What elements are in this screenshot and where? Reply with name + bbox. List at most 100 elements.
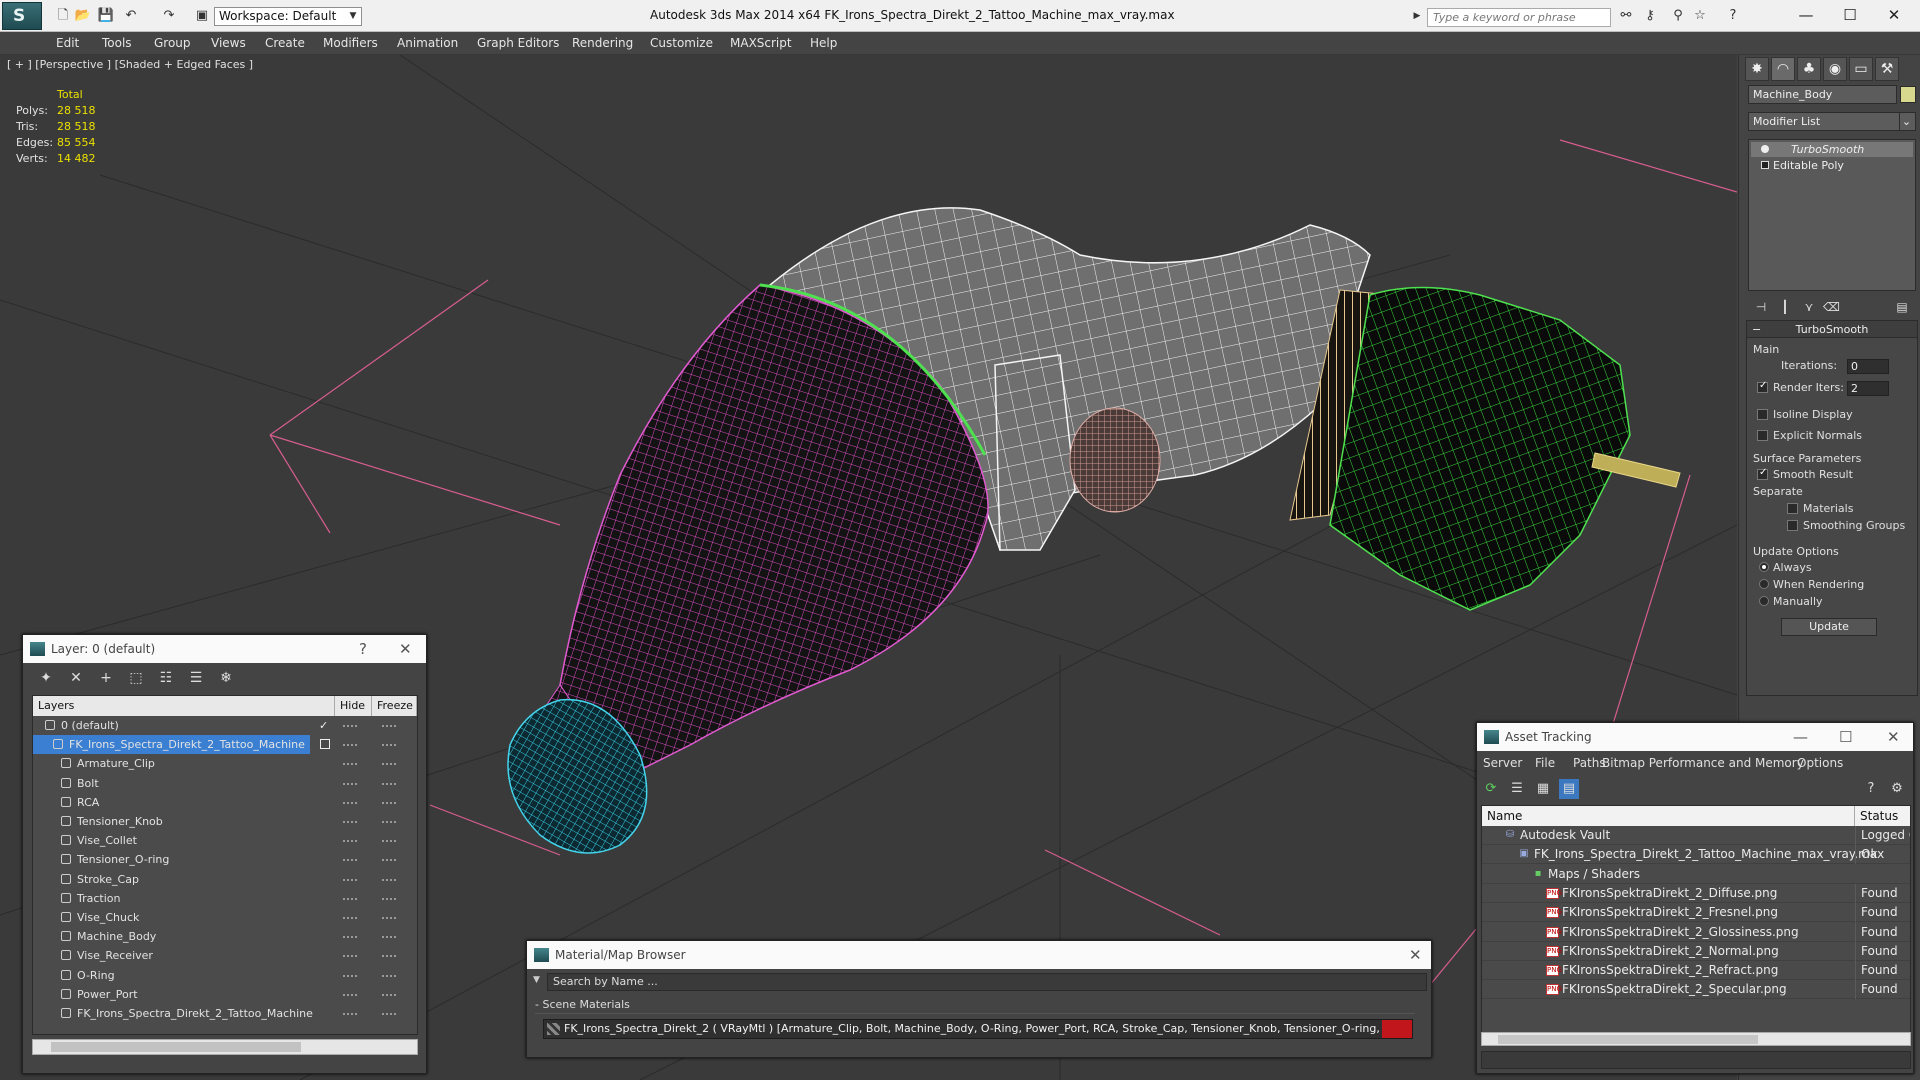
iterations-spinner[interactable]: 0 — [1847, 359, 1889, 374]
freeze-toggle[interactable] — [382, 974, 396, 977]
chevron-right-icon[interactable]: ▶ — [1408, 7, 1426, 25]
star-icon[interactable]: ☆ — [1691, 7, 1709, 25]
col-freeze[interactable]: Freeze — [372, 696, 417, 716]
layer-row[interactable]: Machine_Body — [33, 927, 417, 946]
hide-toggle[interactable] — [343, 782, 357, 785]
asset-row[interactable]: PNG FKIronsSpektraDirekt_2_Normal.png Foun… — [1482, 941, 1910, 961]
freeze-toggle[interactable] — [382, 936, 396, 939]
freeze-toggle[interactable] — [382, 782, 396, 785]
menu-maxscript[interactable]: MAXScript — [730, 36, 792, 50]
menu-options[interactable]: Options — [1797, 756, 1843, 770]
undo-icon[interactable]: ↶ — [122, 7, 140, 25]
layer-window-titlebar[interactable]: Layer: 0 (default) ? ✕ — [23, 635, 426, 663]
menu-animation[interactable]: Animation — [397, 36, 458, 50]
modifier-list-dropdown[interactable]: Modifier List ⌄ — [1748, 112, 1916, 131]
menu-tools[interactable]: Tools — [102, 36, 132, 50]
table-view-icon[interactable]: ▤ — [1559, 779, 1579, 799]
freeze-toggle[interactable] — [382, 955, 396, 958]
menu-paths[interactable]: Paths — [1573, 756, 1606, 770]
hierarchy-tab-icon[interactable]: ♣ — [1797, 57, 1821, 81]
refresh-icon[interactable]: ⟳ — [1481, 779, 1501, 799]
viewport-label[interactable]: [ + ] [Perspective ] [Shaded + Edged Fac… — [7, 58, 253, 71]
object-color-swatch[interactable] — [1900, 86, 1916, 103]
smoothing-groups-checkbox[interactable] — [1787, 520, 1798, 531]
layer-row[interactable]: FK_Irons_Spectra_Direkt_2_Tattoo_Machine — [33, 735, 417, 755]
minimize-icon[interactable]: — — [1786, 4, 1826, 26]
hide-toggle[interactable] — [343, 763, 357, 766]
user-icon[interactable]: ⚲ — [1669, 7, 1687, 25]
layer-row[interactable]: Traction — [33, 889, 417, 908]
hide-toggle[interactable] — [343, 859, 357, 862]
save-file-icon[interactable]: 💾 — [97, 7, 115, 25]
project-folder-icon[interactable]: ▣ — [193, 7, 211, 25]
freeze-toggle[interactable] — [382, 744, 396, 747]
col-status[interactable]: Status — [1855, 806, 1910, 826]
key-icon[interactable]: ⚷ — [1641, 7, 1659, 25]
render-iters-checkbox[interactable] — [1757, 380, 1768, 393]
object-name-field[interactable]: Machine_Body — [1748, 85, 1897, 104]
material-browser-titlebar[interactable]: Material/Map Browser ✕ — [527, 941, 1431, 969]
add-to-layer-icon[interactable]: + — [95, 667, 117, 689]
make-unique-icon[interactable]: ⋎ — [1801, 300, 1817, 316]
app-menu-button[interactable]: S — [2, 2, 42, 30]
current-layer-check-icon[interactable]: ✓ — [319, 716, 328, 735]
close-icon[interactable]: ✕ — [1874, 4, 1914, 26]
menu-edit[interactable]: Edit — [56, 36, 79, 50]
list-view-icon[interactable]: ☰ — [1507, 779, 1527, 799]
layer-row[interactable]: Stroke_Cap — [33, 870, 417, 889]
hide-toggle[interactable] — [343, 974, 357, 977]
motion-tab-icon[interactable]: ◉ — [1823, 57, 1847, 81]
minimize-icon[interactable]: — — [1793, 723, 1808, 751]
hide-toggle[interactable] — [343, 821, 357, 823]
freeze-toggle[interactable] — [382, 993, 396, 996]
hide-toggle[interactable] — [343, 840, 357, 843]
display-tab-icon[interactable]: ▭ — [1849, 57, 1873, 81]
asset-row[interactable]: ▣ FK_Irons_Spectra_Direkt_2_Tattoo_Machin… — [1482, 845, 1910, 865]
asset-row[interactable]: PNG FKIronsSpektraDirekt_2_Glossiness.png… — [1482, 922, 1910, 942]
freeze-toggle[interactable] — [382, 725, 396, 727]
layer-row[interactable]: Vise_Chuck — [33, 908, 417, 927]
hide-toggle[interactable] — [343, 725, 357, 727]
layer-row[interactable]: Vise_Collet — [33, 831, 417, 850]
isoline-checkbox[interactable] — [1757, 409, 1768, 420]
new-file-icon[interactable]: 🗋 — [54, 7, 72, 25]
layer-row[interactable]: Bolt — [33, 774, 417, 793]
create-tab-sun-icon[interactable]: ✸ — [1745, 57, 1769, 81]
material-search-input[interactable]: Search by Name ... — [547, 973, 1427, 991]
stack-item-turbosmooth[interactable]: TurboSmooth — [1751, 142, 1913, 157]
rollout-header[interactable]: − TurboSmooth — [1747, 321, 1917, 338]
manually-radio[interactable] — [1759, 596, 1769, 606]
lightbulb-icon[interactable] — [1761, 145, 1769, 153]
set-current-layer-icon[interactable] — [320, 739, 330, 750]
menu-views[interactable]: Views — [211, 36, 246, 50]
open-file-icon[interactable]: 📂 — [74, 7, 92, 25]
freeze-toggle[interactable] — [382, 763, 396, 766]
redo-icon[interactable]: ↷ — [160, 7, 178, 25]
freeze-toggle[interactable] — [382, 859, 396, 862]
update-button[interactable]: Update — [1781, 618, 1877, 636]
hide-toggle[interactable] — [343, 878, 357, 881]
render-iters-spinner[interactable]: 2 — [1847, 381, 1889, 396]
menu-rendering[interactable]: Rendering — [572, 36, 633, 50]
menu-modifiers[interactable]: Modifiers — [323, 36, 378, 50]
delete-layer-icon[interactable]: ✕ — [65, 667, 87, 689]
modify-tab-curve-icon[interactable]: ◠ — [1771, 57, 1795, 81]
col-name[interactable]: Name — [1482, 806, 1855, 826]
menu-bitmap-performance[interactable]: Bitmap Performance and Memory — [1602, 756, 1804, 770]
utilities-tab-hammer-icon[interactable]: ⚒ — [1875, 57, 1899, 81]
help-icon[interactable]: ? — [1861, 779, 1881, 799]
configure-sets-icon[interactable]: ▤ — [1894, 300, 1910, 316]
asset-tracking-titlebar[interactable]: Asset Tracking — ☐ ✕ — [1477, 723, 1913, 751]
hide-toggle[interactable] — [343, 993, 357, 996]
pin-stack-icon[interactable]: ⊣ — [1753, 300, 1769, 316]
show-end-result-icon[interactable]: ┃ — [1777, 300, 1793, 316]
maximize-icon[interactable]: ☐ — [1830, 4, 1870, 26]
help-icon[interactable]: ? — [359, 635, 367, 663]
remove-modifier-icon[interactable]: ⌫ — [1823, 300, 1840, 316]
hide-toggle[interactable] — [343, 936, 357, 939]
layer-row[interactable]: FK_Irons_Spectra_Direkt_2_Tattoo_Machine — [33, 1004, 417, 1023]
menu-customize[interactable]: Customize — [650, 36, 713, 50]
col-hide[interactable]: Hide — [335, 696, 372, 716]
asset-row[interactable]: PNG FKIronsSpektraDirekt_2_Refract.png Fou… — [1482, 961, 1910, 981]
layer-row[interactable]: Armature_Clip — [33, 754, 417, 773]
